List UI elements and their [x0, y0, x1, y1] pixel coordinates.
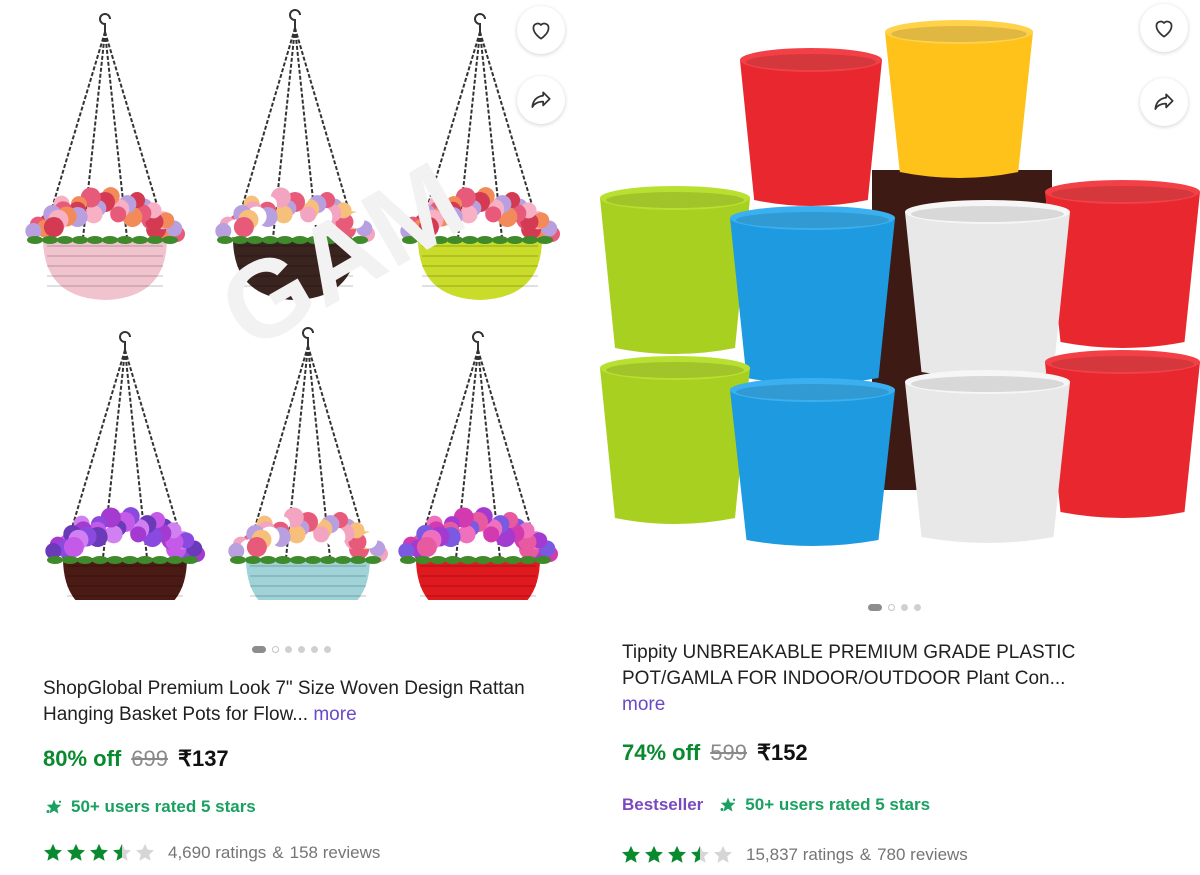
ratings-separator: & [272, 843, 284, 862]
product-title[interactable]: ShopGlobal Premium Look 7" Size Woven De… [43, 676, 543, 728]
rated-badge-row: 50+ users rated 5 stars [45, 797, 256, 817]
product-grid: GAM ShopGlobal Premium Look 7" Size Wove… [0, 0, 1200, 875]
sale-price: ₹137 [177, 746, 229, 771]
star-icon [622, 845, 640, 863]
product-image-plastic-pots[interactable] [600, 0, 1200, 600]
star-icon [44, 843, 62, 861]
original-price: 699 [131, 746, 168, 771]
carousel-dot[interactable] [324, 646, 331, 653]
hanging-basket [45, 331, 205, 600]
star-badge-icon [719, 796, 737, 814]
carousel-dot[interactable] [868, 604, 882, 611]
carousel-dot[interactable] [901, 604, 908, 611]
ratings-separator: & [859, 845, 872, 864]
ratings-count: 15,837 ratings [746, 845, 854, 864]
plastic-pot [600, 186, 750, 354]
more-link[interactable]: more [313, 704, 356, 725]
hanging-basket [25, 13, 185, 300]
ratings-count: 4,690 ratings [168, 843, 267, 862]
star-icon [113, 843, 131, 861]
carousel-dot[interactable] [888, 604, 895, 611]
product-image-hanging-baskets[interactable]: GAM [0, 0, 590, 600]
plastic-pot [1045, 180, 1200, 348]
star-icon [90, 843, 108, 861]
heart-icon [1155, 20, 1173, 38]
rating-row[interactable]: 15,837 ratings & 780 reviews [620, 844, 968, 866]
plastic-pot [885, 20, 1033, 178]
rating-stars [42, 842, 156, 864]
carousel-dot[interactable] [285, 646, 292, 653]
plastic-pot [1045, 350, 1200, 518]
product-card-hanging-baskets[interactable]: GAM ShopGlobal Premium Look 7" Size Wove… [0, 0, 590, 875]
share-icon [1154, 93, 1174, 110]
more-link[interactable]: more [622, 694, 665, 715]
rated-text: 50+ users rated 5 stars [71, 797, 256, 816]
share-icon [531, 91, 551, 108]
product-title-text: Tippity UNBREAKABLE PREMIUM GRADE PLASTI… [622, 642, 1076, 689]
sale-price: ₹152 [756, 740, 808, 765]
star-icon [645, 845, 663, 863]
rated-badge-row: Bestseller 50+ users rated 5 stars [622, 795, 930, 815]
original-price: 599 [710, 740, 747, 765]
heart-icon [532, 22, 550, 40]
plastic-pot [730, 206, 895, 384]
star-icon [136, 843, 154, 861]
star-icon [67, 843, 85, 861]
rated-text: 50+ users rated 5 stars [745, 795, 931, 814]
rating-stars [620, 844, 734, 866]
reviews-count: 158 reviews [289, 843, 381, 862]
carousel-dot[interactable] [311, 646, 318, 653]
product-title-text: ShopGlobal Premium Look 7" Size Woven De… [43, 678, 525, 725]
share-button[interactable] [517, 76, 565, 124]
share-button[interactable] [1140, 78, 1188, 126]
discount-label: 74% off [622, 740, 701, 765]
reviews-count: 780 reviews [877, 845, 968, 864]
product-title[interactable]: Tippity UNBREAKABLE PREMIUM GRADE PLASTI… [622, 640, 1152, 718]
price-row: 74% off 599 ₹152 [622, 740, 808, 766]
plastic-pot [740, 48, 882, 206]
rating-row[interactable]: 4,690 ratings & 158 reviews [42, 842, 380, 864]
star-icon [714, 845, 732, 863]
wishlist-button[interactable] [1140, 4, 1188, 52]
plastic-pot [730, 378, 895, 546]
plastic-pot [600, 356, 750, 524]
hanging-basket [228, 327, 388, 600]
carousel-dot[interactable] [272, 646, 279, 653]
price-row: 80% off 699 ₹137 [43, 746, 229, 772]
discount-label: 80% off [43, 746, 122, 771]
carousel-dot[interactable] [914, 604, 921, 611]
wishlist-button[interactable] [517, 6, 565, 54]
star-icon [691, 845, 709, 863]
image-carousel-indicator [868, 604, 921, 611]
carousel-dot[interactable] [298, 646, 305, 653]
image-carousel-indicator [252, 646, 331, 653]
hanging-basket [398, 331, 558, 600]
star-badge-icon [45, 798, 63, 816]
product-card-plastic-pots[interactable]: Tippity UNBREAKABLE PREMIUM GRADE PLASTI… [600, 0, 1200, 875]
image-watermark: GAM [200, 138, 484, 373]
carousel-dot[interactable] [252, 646, 266, 653]
bestseller-badge: Bestseller [622, 795, 704, 814]
star-icon [668, 845, 686, 863]
plastic-pot [905, 200, 1070, 378]
plastic-pot [905, 370, 1070, 543]
